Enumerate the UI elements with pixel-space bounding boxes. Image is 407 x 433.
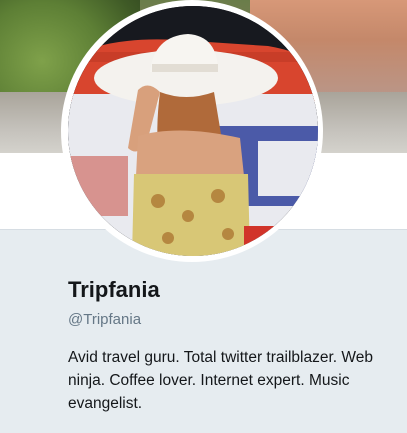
profile-bio: Avid travel guru. Total twitter trailbla… xyxy=(68,349,373,412)
profile-info: Tripfania @Tripfania Avid travel guru. T… xyxy=(68,276,398,415)
profile-name[interactable]: Tripfania xyxy=(68,276,398,304)
avatar[interactable] xyxy=(68,6,318,256)
avatar-photo xyxy=(68,6,318,256)
profile-handle[interactable]: @Tripfania xyxy=(68,310,398,330)
